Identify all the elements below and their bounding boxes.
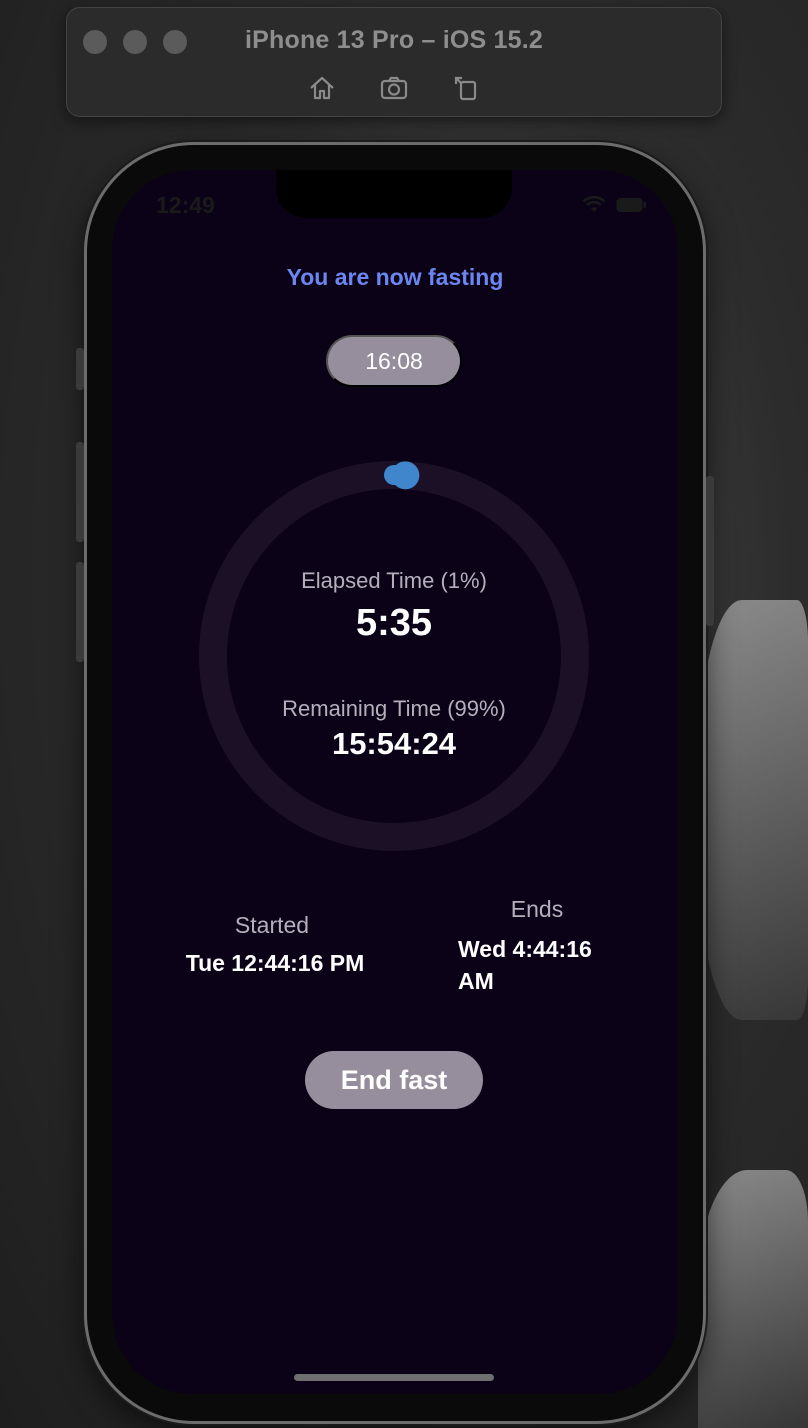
started-label: Started bbox=[234, 912, 310, 938]
volume-down-button bbox=[76, 562, 84, 662]
phone-screen: 12:49 You are now fasting 16:08 Elapsed … bbox=[112, 170, 678, 1394]
rotate-icon[interactable] bbox=[450, 72, 482, 104]
silent-switch bbox=[76, 348, 84, 390]
fasting-status-title: You are now fasting bbox=[286, 264, 504, 290]
wifi-icon bbox=[582, 196, 606, 214]
simulator-title: iPhone 13 Pro – iOS 15.2 bbox=[245, 26, 543, 54]
volume-up-button bbox=[76, 442, 84, 542]
progress-ring: Elapsed Time (1%) 5:35 Remaining Time (9… bbox=[198, 460, 590, 852]
started-value: Tue 12:44:16 PM bbox=[185, 950, 365, 976]
fast-goal-button[interactable]: 16:08 bbox=[326, 335, 462, 387]
simulator-toolbar: iPhone 13 Pro – iOS 15.2 bbox=[66, 7, 722, 117]
remaining-time-value: 15:54:24 bbox=[331, 726, 457, 761]
remaining-time-label: Remaining Time (99%) bbox=[282, 696, 506, 721]
battery-icon bbox=[616, 197, 646, 213]
status-time: 12:49 bbox=[156, 192, 215, 218]
ends-label: Ends bbox=[510, 896, 564, 922]
home-icon[interactable] bbox=[306, 72, 338, 104]
home-indicator[interactable] bbox=[294, 1374, 494, 1381]
progress-ring-handle bbox=[391, 461, 420, 490]
end-fast-button[interactable]: End fast bbox=[305, 1051, 483, 1109]
power-button bbox=[706, 476, 714, 626]
progress-ring-track bbox=[199, 461, 589, 851]
status-icons bbox=[582, 196, 646, 214]
elapsed-time-label: Elapsed Time (1%) bbox=[301, 568, 487, 593]
camera-notch bbox=[276, 170, 512, 218]
simulator-tools bbox=[67, 72, 721, 104]
elapsed-time-value: 5:35 bbox=[355, 602, 433, 644]
wallpaper-statue bbox=[698, 600, 808, 1020]
ends-value: Wed 4:44:16 AM bbox=[458, 936, 592, 994]
screenshot-camera-icon[interactable] bbox=[378, 72, 410, 104]
wallpaper-statue-base bbox=[698, 1170, 808, 1428]
